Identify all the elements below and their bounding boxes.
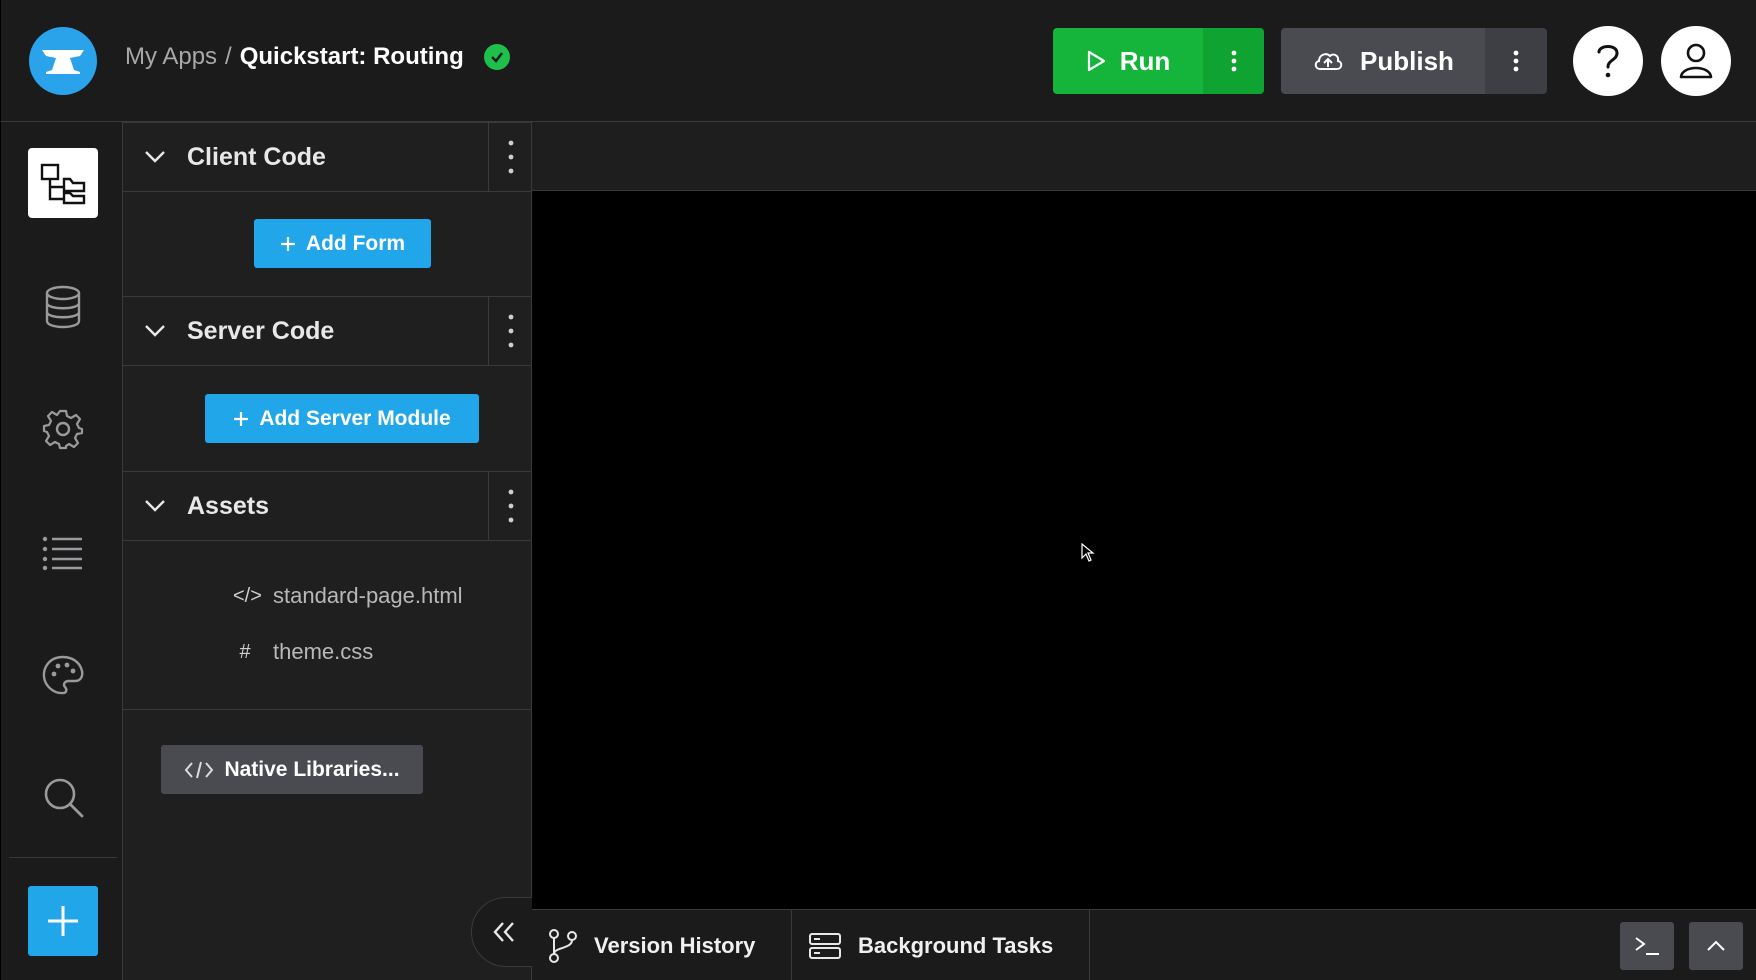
play-icon [1087,50,1105,72]
assets-menu-button[interactable] [488,471,532,541]
rail-app-logs-button[interactable] [28,518,98,588]
assets-header[interactable]: Assets [123,471,532,541]
rail-search-button[interactable] [28,762,98,832]
rail-settings-button[interactable] [28,394,98,464]
cloud-upload-icon [1314,53,1343,70]
run-button[interactable]: Run [1053,28,1203,94]
editor-tab-strip [532,122,1756,191]
app-title[interactable]: Quickstart: Routing [240,43,464,71]
plus-icon [234,411,249,426]
publish-label: Publish [1360,45,1454,76]
asset-item-standard-page[interactable]: </> standard-page.html [233,583,463,609]
top-bar: My Apps / Quickstart: Routing Run Publis… [0,0,1756,122]
run-label: Run [1119,45,1171,76]
rail-add-button[interactable] [28,886,98,956]
rail-divider [9,857,117,858]
code-icon [185,761,214,778]
kebab-icon [508,140,513,174]
terminal-icon [1635,937,1659,955]
add-form-button[interactable]: Add Form [254,219,431,268]
saved-check-icon [483,44,510,70]
native-libraries-label: Native Libraries... [224,757,400,781]
hash-icon: # [239,640,251,663]
kebab-icon [1513,50,1519,72]
rail-app-browser-button[interactable] [28,148,98,218]
list-icon [42,536,82,571]
version-history-tab[interactable]: Version History [532,910,792,980]
add-form-label: Add Form [305,231,406,255]
app-browser-panel: Client Code Add Form Server Code Add Ser… [123,122,537,980]
question-mark-icon [1597,45,1619,78]
publish-button-group: Publish [1281,28,1547,94]
double-chevron-left-icon [493,922,514,942]
account-button[interactable] [1661,26,1731,96]
chevron-down-icon [145,325,165,337]
kebab-icon [1231,50,1236,72]
client-code-header[interactable]: Client Code [123,122,532,192]
server-code-title: Server Code [187,316,335,345]
panel-divider [123,709,532,710]
chevron-down-icon [145,151,165,163]
anvil-logo-icon[interactable] [29,27,97,95]
rail-theme-button[interactable] [28,640,98,710]
left-rail [0,122,123,980]
breadcrumb: My Apps / Quickstart: Routing [125,43,510,71]
server-code-menu-button[interactable] [488,296,532,366]
palette-icon [42,655,84,695]
app-browser-icon [40,163,86,205]
asset-item-theme-css[interactable]: # theme.css [233,639,373,665]
collapse-panel-button[interactable] [471,897,537,967]
server-code-header[interactable]: Server Code [123,296,532,366]
chevron-down-icon [145,500,165,512]
help-button[interactable] [1573,26,1643,96]
plus-icon [48,906,78,936]
publish-button[interactable]: Publish [1281,28,1485,94]
user-icon [1679,43,1713,79]
asset-name: standard-page.html [273,583,463,608]
kebab-icon [508,314,513,348]
search-icon [44,778,84,818]
database-icon [45,285,81,329]
plus-icon [280,236,295,251]
client-code-title: Client Code [187,142,326,171]
gear-icon [42,409,84,450]
native-libraries-button[interactable]: Native Libraries... [161,745,423,794]
client-code-menu-button[interactable] [488,122,532,192]
rail-data-tables-button[interactable] [28,272,98,342]
server-stack-icon [809,932,841,959]
kebab-icon [508,489,513,523]
terminal-button[interactable] [1620,922,1674,970]
publish-more-options-button[interactable] [1485,28,1547,94]
add-server-module-label: Add Server Module [259,406,451,430]
git-branch-icon [549,928,577,963]
version-history-label: Version History [594,932,756,958]
run-button-group: Run [1053,28,1264,94]
assets-title: Assets [187,491,269,520]
app-window: My Apps / Quickstart: Routing Run Publis… [0,0,1756,980]
chevron-up-icon [1707,940,1725,951]
background-tasks-label: Background Tasks [858,932,1054,958]
run-more-options-button[interactable] [1203,28,1264,94]
expand-bottom-panel-button[interactable] [1689,922,1743,970]
code-icon: </> [233,584,262,607]
breadcrumb-separator: / [225,43,232,70]
asset-name: theme.css [273,639,374,664]
breadcrumb-my-apps[interactable]: My Apps [125,43,217,71]
bottom-bar: Version History Background Tasks [532,909,1756,980]
editor-canvas[interactable] [532,191,1756,909]
add-server-module-button[interactable]: Add Server Module [205,394,479,443]
mouse-cursor-icon [1081,542,1095,568]
background-tasks-tab[interactable]: Background Tasks [792,910,1090,980]
